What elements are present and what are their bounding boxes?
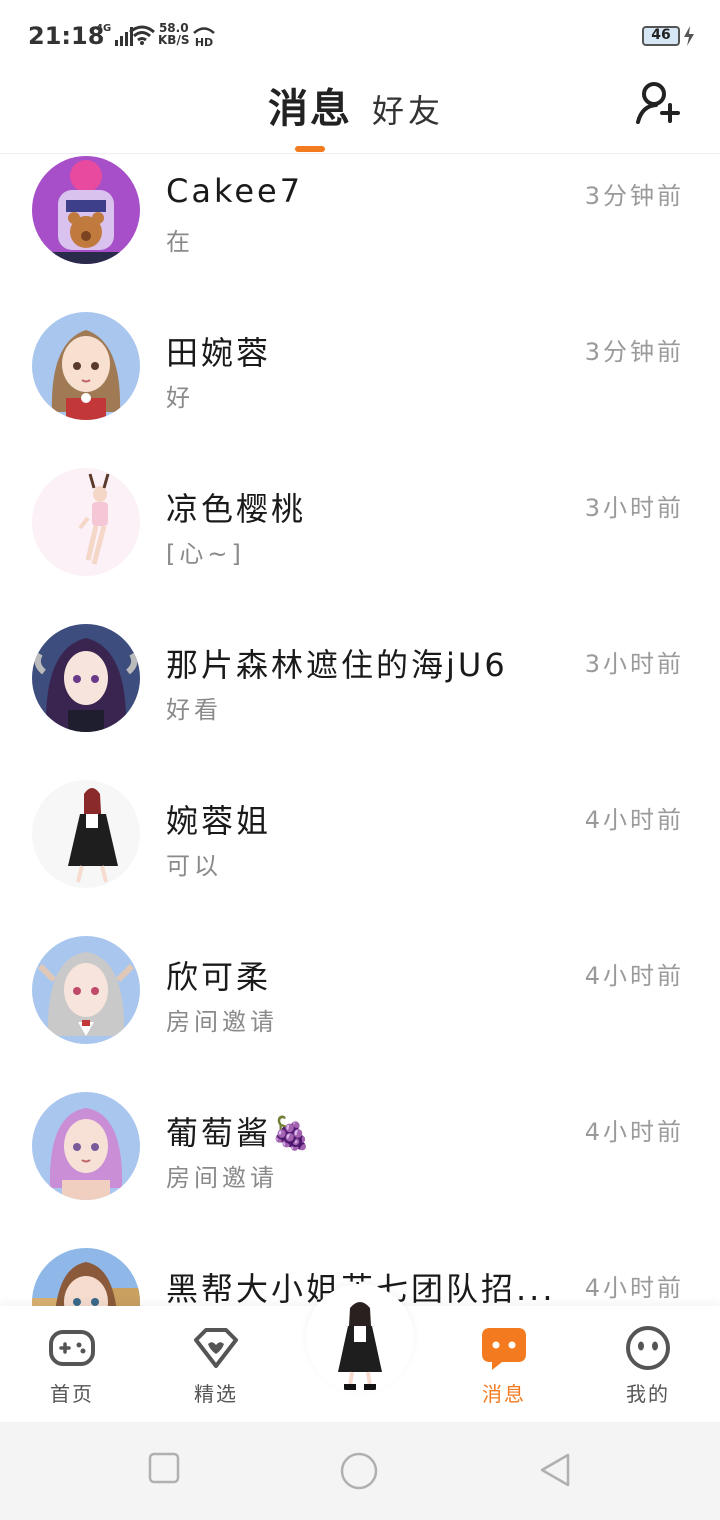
contact-name: 葡萄酱🍇: [166, 1114, 314, 1152]
active-tab-indicator: [295, 146, 325, 152]
contact-name: 婉蓉姐: [166, 802, 272, 840]
message-time: 4小时前: [584, 962, 684, 990]
contact-name: Cakee7: [166, 172, 304, 210]
message-time: 4小时前: [584, 1274, 684, 1302]
status-bar: 21:18 4G 58.0 KB/S HD 46: [0, 0, 720, 74]
hd-voice-icon: HD: [193, 27, 215, 48]
network-speed: 58.0 KB/S: [158, 21, 190, 47]
svg-text:HD: HD: [195, 36, 213, 48]
system-navigation-bar: [0, 1422, 720, 1520]
message-preview: [心~]: [166, 540, 245, 568]
contact-name: 那片森林遮住的海jU6: [166, 646, 508, 684]
message-preview: 房间邀请: [166, 1164, 278, 1192]
nav-featured[interactable]: 精选: [166, 1306, 266, 1422]
avatar[interactable]: [32, 1092, 140, 1200]
chat-bubble-icon: [482, 1328, 526, 1370]
bottom-navigation: 首页 精选 消息 我的: [0, 1284, 720, 1422]
nav-messages[interactable]: 消息: [454, 1306, 554, 1422]
conversation-row[interactable]: 田婉蓉 好 3分钟前: [0, 310, 720, 466]
conversation-row[interactable]: 凉色樱桃 [心~] 3小时前: [0, 466, 720, 622]
message-preview: 房间邀请: [166, 1008, 278, 1036]
message-time: 4小时前: [584, 806, 684, 834]
message-time: 4小时前: [584, 1118, 684, 1146]
contact-name: 欣可柔: [166, 958, 272, 996]
charging-icon: [684, 26, 694, 46]
message-time: 3小时前: [584, 650, 684, 678]
gamepad-icon: [49, 1330, 95, 1366]
avatar[interactable]: [32, 1248, 140, 1306]
contact-name: 凉色樱桃: [166, 490, 307, 528]
nav-mine-label: 我的: [626, 1382, 670, 1406]
message-preview: 好: [166, 384, 194, 412]
avatar[interactable]: [32, 624, 140, 732]
nav-messages-label: 消息: [482, 1382, 526, 1406]
nav-mine[interactable]: 我的: [598, 1306, 698, 1422]
message-time: 3分钟前: [584, 338, 684, 366]
message-preview: 在: [166, 228, 194, 256]
battery-icon: 46: [642, 26, 680, 46]
avatar[interactable]: [32, 156, 140, 264]
message-time: 3小时前: [584, 494, 684, 522]
avatar[interactable]: [32, 312, 140, 420]
avatar[interactable]: [32, 780, 140, 888]
contact-name: 田婉蓉: [166, 334, 272, 372]
center-avatar-button[interactable]: [306, 1284, 414, 1392]
message-preview: 好看: [166, 696, 222, 724]
tab-friends[interactable]: 好友: [372, 86, 444, 132]
nav-home[interactable]: 首页: [22, 1306, 122, 1422]
face-icon: [626, 1326, 670, 1370]
clock: 21:18: [28, 22, 105, 50]
add-user-icon[interactable]: [634, 80, 680, 126]
tab-messages[interactable]: 消息: [268, 76, 352, 134]
nav-featured-label: 精选: [194, 1382, 238, 1406]
conversation-row[interactable]: 那片森林遮住的海jU6 好看 3小时前: [0, 622, 720, 778]
back-icon[interactable]: [538, 1452, 572, 1488]
recent-apps-icon[interactable]: [148, 1452, 180, 1484]
conversation-row[interactable]: 欣可柔 房间邀请 4小时前: [0, 934, 720, 1090]
message-time: 3分钟前: [584, 182, 684, 210]
character-avatar: [306, 1284, 414, 1392]
nav-home-label: 首页: [50, 1382, 94, 1406]
message-preview: 可以: [166, 852, 222, 880]
header: 消息 好友: [0, 74, 720, 154]
network-type: 4G: [96, 23, 112, 34]
battery-level: 46: [651, 27, 671, 43]
conversation-row[interactable]: 葡萄酱🍇 房间邀请 4小时前: [0, 1090, 720, 1246]
avatar[interactable]: [32, 468, 140, 576]
conversation-row[interactable]: Cakee7 在 3分钟前: [0, 154, 720, 310]
home-icon[interactable]: [340, 1452, 378, 1490]
avatar[interactable]: [32, 936, 140, 1044]
conversation-list: Cakee7 在 3分钟前 田婉蓉 好 3分钟前 凉色樱桃 [心~] 3小时前 …: [0, 154, 720, 1306]
conversation-row[interactable]: 婉蓉姐 可以 4小时前: [0, 778, 720, 934]
heart-diamond-icon: [194, 1328, 238, 1368]
wifi-icon: [129, 25, 155, 45]
